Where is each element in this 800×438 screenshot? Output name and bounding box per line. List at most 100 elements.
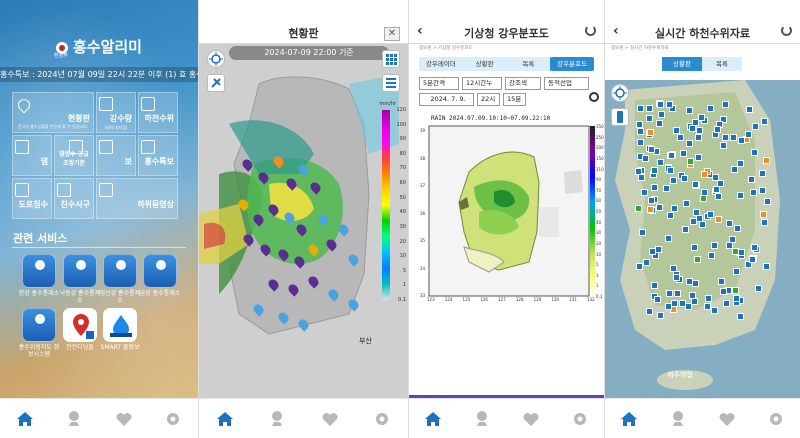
station-marker[interactable] (711, 307, 719, 315)
service-geumgang[interactable] (143, 254, 177, 288)
station-marker[interactable] (755, 284, 763, 292)
minute-select[interactable]: 15분 (503, 93, 526, 106)
station-marker[interactable] (722, 133, 730, 141)
station-marker[interactable] (664, 235, 672, 242)
gear-icon[interactable] (163, 409, 183, 429)
station-marker[interactable] (750, 244, 758, 252)
station-marker[interactable] (673, 274, 681, 282)
flood-notice-ticker[interactable]: 홍수특보 : 2024년 07월 09일 22시 22분 이후 (1) 효 홍수… (0, 67, 198, 82)
station-marker[interactable] (701, 171, 709, 179)
station-marker[interactable] (732, 294, 740, 302)
station-marker[interactable] (697, 114, 705, 122)
station-marker[interactable] (679, 149, 687, 157)
tab-rain-map[interactable]: 강우분포도 (550, 57, 594, 71)
station-marker[interactable] (667, 152, 675, 160)
station-marker[interactable] (642, 259, 650, 267)
gear-icon[interactable] (372, 409, 392, 429)
map-pin-icon[interactable] (64, 409, 84, 429)
station-marker[interactable] (728, 236, 736, 244)
station-marker[interactable] (759, 210, 767, 218)
station-marker[interactable] (645, 114, 653, 122)
date-input[interactable]: 2024. 7. 9. (419, 93, 474, 106)
station-marker[interactable] (637, 139, 645, 147)
back-button[interactable]: ‹ (417, 23, 423, 39)
map-pin-icon[interactable] (472, 409, 492, 429)
station-marker[interactable] (761, 219, 769, 227)
station-marker[interactable] (650, 281, 658, 289)
station-marker[interactable] (657, 311, 665, 319)
heart-icon[interactable] (521, 409, 541, 429)
satellite-button[interactable] (207, 74, 225, 92)
station-marker[interactable] (654, 295, 662, 303)
station-marker[interactable] (669, 177, 677, 185)
station-marker[interactable] (647, 206, 655, 214)
range-select[interactable]: 12시간누 (462, 77, 502, 90)
locate-button[interactable] (611, 84, 629, 102)
station-marker[interactable] (685, 139, 693, 147)
station-marker[interactable] (707, 105, 715, 113)
menu-rainfall[interactable]: 강수량 (레이더/지점) (96, 92, 136, 133)
station-marker[interactable] (638, 229, 646, 237)
station-marker[interactable] (722, 299, 730, 307)
station-marker[interactable] (638, 173, 646, 181)
station-marker[interactable] (714, 192, 722, 200)
station-marker[interactable] (650, 166, 658, 174)
close-button[interactable]: ✕ (384, 27, 400, 41)
service-yeongsan[interactable] (103, 254, 137, 288)
heart-icon[interactable] (717, 409, 737, 429)
layers-button[interactable] (382, 74, 400, 92)
station-marker[interactable] (761, 117, 769, 125)
station-marker[interactable] (642, 155, 650, 163)
station-marker[interactable] (645, 104, 653, 112)
station-marker[interactable] (720, 141, 728, 149)
station-marker[interactable] (666, 100, 674, 108)
home-icon[interactable] (215, 409, 235, 429)
station-marker[interactable] (737, 313, 745, 321)
station-marker[interactable] (750, 189, 758, 197)
station-marker[interactable] (657, 110, 665, 118)
station-marker[interactable] (711, 242, 719, 250)
station-marker[interactable] (707, 210, 715, 218)
station-marker[interactable] (737, 192, 745, 200)
radar-map[interactable]: 부산 (199, 44, 408, 398)
station-marker[interactable] (666, 212, 674, 220)
menu-waterfront[interactable]: 친수시구 (54, 178, 94, 219)
station-marker[interactable] (737, 136, 745, 144)
station-marker[interactable] (708, 251, 716, 259)
station-marker[interactable] (682, 200, 690, 208)
station-marker[interactable] (680, 174, 688, 182)
station-marker[interactable] (701, 188, 709, 196)
station-marker[interactable] (656, 100, 664, 108)
gear-icon[interactable] (570, 409, 590, 429)
station-marker[interactable] (666, 290, 674, 298)
station-marker[interactable] (695, 133, 703, 141)
station-marker[interactable] (748, 176, 756, 184)
type-select[interactable]: 강조색 (505, 77, 541, 90)
station-marker[interactable] (738, 248, 746, 256)
station-marker[interactable] (696, 215, 704, 223)
station-marker[interactable] (763, 198, 771, 206)
station-marker[interactable] (703, 302, 711, 310)
station-marker[interactable] (635, 204, 643, 212)
station-marker[interactable] (751, 149, 759, 157)
station-marker[interactable] (689, 124, 697, 132)
station-marker[interactable] (720, 287, 728, 295)
station-marker[interactable] (676, 134, 684, 142)
station-marker[interactable] (714, 125, 722, 133)
station-marker[interactable] (721, 100, 729, 108)
menu-river-level[interactable]: 하천수위 (138, 92, 178, 133)
back-button[interactable]: ‹ (613, 23, 619, 39)
station-marker[interactable] (685, 106, 693, 114)
station-marker[interactable] (693, 255, 701, 263)
heart-icon[interactable] (320, 409, 340, 429)
home-icon[interactable] (15, 409, 35, 429)
home-icon[interactable] (423, 409, 443, 429)
station-marker[interactable] (691, 244, 699, 252)
refresh-icon[interactable] (585, 25, 596, 36)
station-marker[interactable] (635, 120, 643, 128)
station-marker[interactable] (667, 166, 675, 174)
phone-view-button[interactable] (611, 108, 629, 126)
station-marker[interactable] (641, 188, 649, 196)
grid-view-button[interactable] (382, 50, 400, 68)
station-marker[interactable] (762, 156, 770, 164)
